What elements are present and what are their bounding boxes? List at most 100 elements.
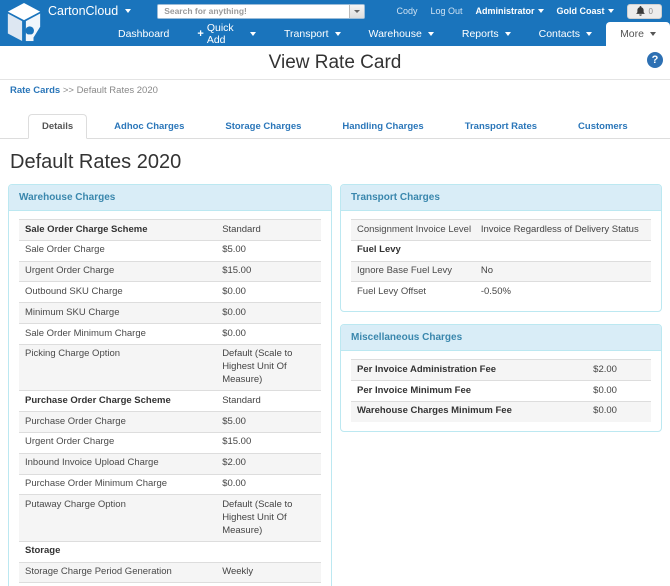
nav-item[interactable]: Contacts — [525, 22, 606, 46]
row-value: Standard — [222, 224, 315, 237]
search-input[interactable] — [158, 5, 349, 18]
breadcrumb-rate-cards-link[interactable]: Rate Cards — [10, 85, 60, 96]
cartoncloud-logo-icon[interactable] — [5, 2, 43, 44]
row-value: Default (Scale to Highest Unit Of Measur… — [222, 499, 315, 537]
table-row: Purchase Order Minimum Charge $0.00 — [19, 474, 321, 495]
row-label: Per Invoice Administration Fee — [357, 364, 593, 377]
miscellaneous-charges-panel: Miscellaneous Charges Per Invoice Admini… — [340, 324, 662, 431]
table-row: Urgent Order Charge $15.00 — [19, 432, 321, 453]
rate-card-heading: Default Rates 2020 — [10, 151, 662, 174]
row-label: Putaway Charge Option — [25, 499, 222, 537]
table-row: Putaway Charge Option Default (Scale to … — [19, 494, 321, 540]
tab-label: Details — [42, 121, 73, 132]
top-header-bar: CartonCloud Cody Log Out Administrator G… — [0, 0, 670, 46]
nav-item-label: Dashboard — [118, 28, 169, 40]
global-search — [157, 4, 365, 19]
table-row: Sale Order Minimum Charge $0.00 — [19, 323, 321, 344]
row-value: $0.00 — [593, 405, 645, 418]
row-label: Consignment Invoice Level — [357, 224, 481, 237]
row-value: Default (Scale to Highest Unit Of Measur… — [222, 348, 315, 386]
brand-label: CartonCloud — [48, 4, 118, 18]
row-value: $2.00 — [593, 364, 645, 377]
warehouse-charges-panel: Warehouse Charges Sale Order Charge Sche… — [8, 184, 332, 586]
nav-item-label: Reports — [462, 28, 499, 40]
tab-label: Adhoc Charges — [114, 121, 184, 132]
caret-down-icon — [505, 32, 511, 36]
row-value: $5.00 — [222, 416, 315, 429]
tab-label: Transport Rates — [465, 121, 537, 132]
nav-item[interactable]: Transport — [270, 22, 355, 46]
row-value: Weekly — [222, 566, 315, 579]
row-label: Storage — [25, 545, 222, 558]
warehouse-charges-table: Sale Order Charge Scheme Standard Sale O… — [19, 219, 321, 586]
transport-charges-panel: Transport Charges Consignment Invoice Le… — [340, 184, 662, 312]
plus-icon: + — [197, 28, 203, 40]
row-value: -0.50% — [481, 286, 645, 299]
row-value: $0.00 — [222, 307, 315, 320]
nav-item[interactable]: More — [606, 22, 670, 46]
row-label: Purchase Order Charge Scheme — [25, 395, 222, 408]
nav-item[interactable]: Reports — [448, 22, 525, 46]
table-row: Sale Order Charge Scheme Standard — [19, 219, 321, 240]
main-nav: Dashboard + Quick Add Transport Warehous… — [0, 22, 670, 46]
role-menu[interactable]: Administrator — [476, 6, 544, 16]
caret-down-icon — [354, 10, 360, 13]
table-row: Storage Period Starts On Sunday — [19, 582, 321, 586]
caret-down-icon — [335, 32, 341, 36]
breadcrumb: Rate Cards >> Default Rates 2020 — [0, 80, 670, 100]
nav-item-label: Contacts — [539, 28, 580, 40]
table-row: Picking Charge Option Default (Scale to … — [19, 344, 321, 390]
row-label: Purchase Order Charge — [25, 416, 222, 429]
row-label: Per Invoice Minimum Fee — [357, 385, 593, 398]
nav-item[interactable]: Dashboard — [104, 22, 183, 46]
table-row: Per Invoice Administration Fee $2.00 — [351, 359, 651, 380]
nav-item[interactable]: + Quick Add — [183, 22, 270, 46]
user-name-link[interactable]: Cody — [396, 6, 417, 16]
logout-link[interactable]: Log Out — [430, 6, 462, 16]
row-label: Sale Order Minimum Charge — [25, 328, 222, 341]
tab[interactable]: Details — [28, 114, 87, 139]
row-value: No — [481, 265, 645, 278]
tab[interactable]: Adhoc Charges — [100, 114, 198, 139]
search-scope-select[interactable] — [349, 5, 364, 18]
row-label: Ignore Base Fuel Levy — [357, 265, 481, 278]
table-row: Purchase Order Charge Scheme Standard — [19, 390, 321, 411]
tenant-label: Gold Coast — [557, 6, 605, 16]
help-icon[interactable]: ? — [647, 52, 663, 68]
table-row: Ignore Base Fuel Levy No — [351, 261, 651, 282]
notifications-button[interactable]: 0 — [627, 4, 662, 19]
tab[interactable]: Storage Charges — [211, 114, 315, 139]
table-row: Purchase Order Charge $5.00 — [19, 411, 321, 432]
nav-item-label: Transport — [284, 28, 329, 40]
row-value: $2.00 — [222, 457, 315, 470]
row-label: Inbound Invoice Upload Charge — [25, 457, 222, 470]
table-row: Minimum SKU Charge $0.00 — [19, 302, 321, 323]
tenant-menu[interactable]: Gold Coast — [557, 6, 614, 16]
row-value: Invoice Regardless of Delivery Status — [481, 224, 645, 237]
table-row: Sale Order Charge $5.00 — [19, 240, 321, 261]
tab-label: Customers — [578, 121, 628, 132]
tab[interactable]: Handling Charges — [328, 114, 437, 139]
caret-down-icon — [250, 32, 256, 36]
row-value — [481, 244, 645, 257]
nav-item-label: Warehouse — [369, 28, 422, 40]
row-value: $15.00 — [222, 436, 315, 449]
table-row: Storage Charge Period Generation Weekly — [19, 562, 321, 583]
tab[interactable]: Transport Rates — [451, 114, 551, 139]
table-row: Per Invoice Minimum Fee $0.00 — [351, 380, 651, 401]
page-title-bar: View Rate Card ? — [0, 46, 670, 79]
row-label: Storage Charge Period Generation — [25, 566, 222, 579]
role-label: Administrator — [476, 6, 535, 16]
row-label: Sale Order Charge Scheme — [25, 224, 222, 237]
row-value: $5.00 — [222, 244, 315, 257]
row-label: Fuel Levy Offset — [357, 286, 481, 299]
tab[interactable]: Customers — [564, 114, 642, 139]
rate-card-tabs: Details Adhoc Charges Storage Charges Ha… — [0, 114, 670, 139]
caret-down-icon — [586, 32, 592, 36]
page-title: View Rate Card — [269, 52, 402, 73]
brand-menu[interactable]: CartonCloud — [48, 4, 131, 18]
tab-label: Storage Charges — [225, 121, 301, 132]
tab-label: Handling Charges — [342, 121, 423, 132]
nav-item[interactable]: Warehouse — [355, 22, 448, 46]
row-label: Outbound SKU Charge — [25, 286, 222, 299]
